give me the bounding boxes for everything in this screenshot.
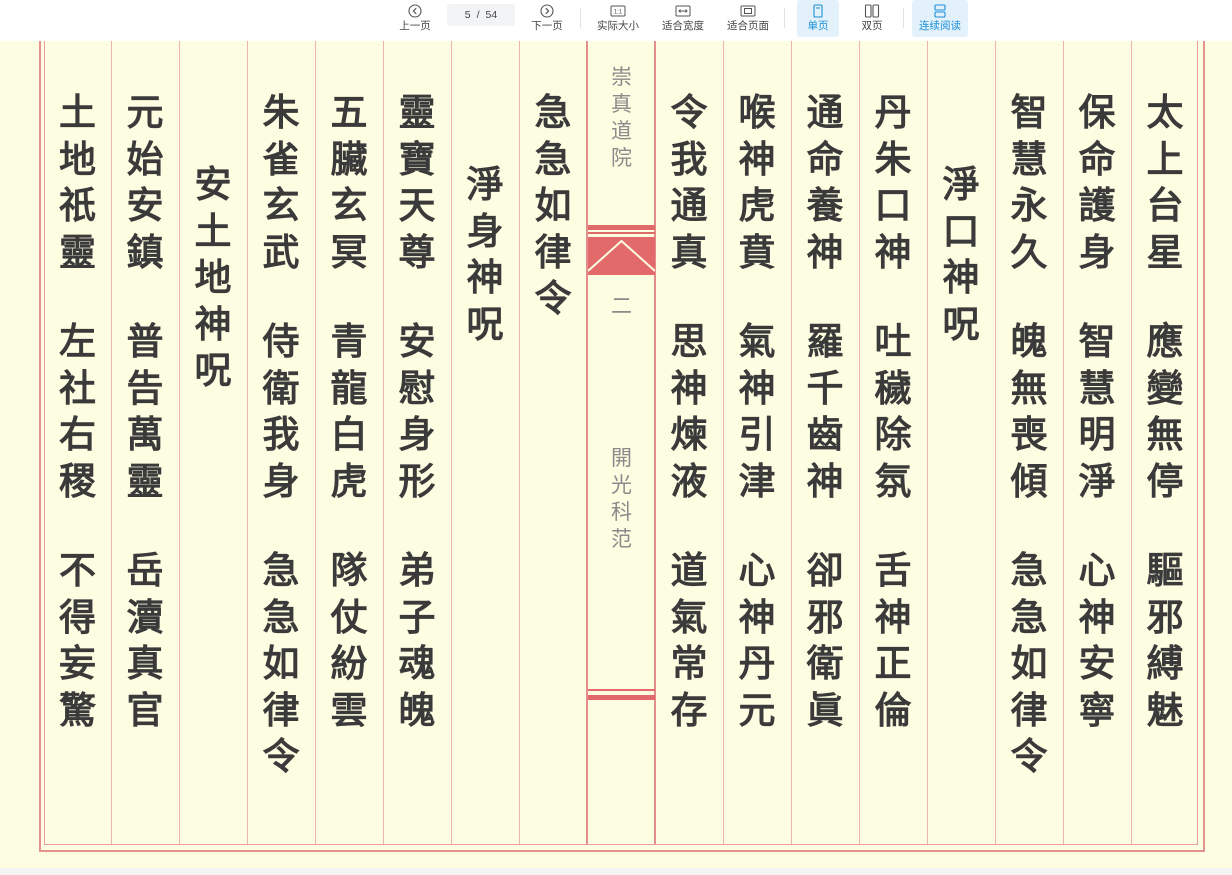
reader-toolbar: 上一页 5 / 54 下一页 1:1 实际大小 适合宽度 适合页面 单页 双页 …: [0, 0, 1232, 42]
fit-width-icon: [675, 2, 691, 20]
section-title-column: 淨口神呪: [927, 161, 995, 347]
verse-phrase: 元始安鎮: [126, 90, 164, 274]
verse-column: 通命養神羅千齒神卻邪衛眞: [791, 89, 859, 733]
verse-phrase: 心神丹元: [738, 548, 776, 732]
continuous-reading-label: 连续阅读: [919, 20, 961, 32]
verse-phrase: 五臟玄冥: [330, 90, 368, 274]
verse-phrase: 心神安寧: [1078, 548, 1116, 732]
verse-column: 元始安鎮普告萬靈岳瀆真官: [111, 89, 179, 733]
verse-column: 太上台星應變無停驅邪縛魅: [1131, 89, 1199, 733]
fit-page-label: 适合页面: [727, 20, 769, 32]
verse-phrase: 安土地神呪: [194, 162, 232, 392]
verse-phrase: 朱雀玄武: [262, 90, 300, 274]
verse-phrase: 普告萬靈: [126, 319, 164, 503]
next-page-button[interactable]: 下一页: [527, 0, 567, 37]
section-title-column: 淨身神呪: [451, 161, 519, 347]
page-number-input[interactable]: 5 / 54: [447, 4, 515, 26]
verse-column: 急急如律令: [519, 89, 587, 322]
verse-phrase: 急急如律令: [534, 90, 572, 320]
spine-band-top: [588, 225, 655, 230]
verse-phrase: 卻邪衛眞: [806, 548, 844, 732]
total-pages: 54: [485, 9, 498, 21]
verse-phrase: 思神煉液: [670, 319, 708, 503]
toolbar-divider: [580, 8, 581, 28]
verse-phrase: 青龍白虎: [330, 319, 368, 503]
chevron-right-circle-icon: [540, 2, 554, 20]
verse-phrase: 氣神引津: [738, 319, 776, 503]
verse-phrase: 魄無喪傾: [1010, 319, 1048, 503]
verse-phrase: 保命護身: [1078, 90, 1116, 274]
spine-band-bottom-thin: [588, 689, 655, 691]
toolbar-divider: [784, 8, 785, 28]
continuous-reading-button[interactable]: 连续阅读: [912, 0, 968, 37]
single-page-icon: [812, 2, 824, 20]
spine-publisher: 崇真道院: [611, 65, 632, 170]
verse-phrase: 安慰身形: [398, 319, 436, 503]
verse-phrase: 淨口神呪: [942, 162, 980, 346]
verse-column: 五臟玄冥青龍白虎隊仗紛雲: [315, 89, 383, 733]
verse-phrase: 喉神虎賁: [738, 90, 776, 274]
verse-column: 土地祇靈左社右稷不得妄驚: [44, 89, 111, 733]
chevron-left-circle-icon: [408, 2, 422, 20]
verse-phrase: 道氣常存: [670, 548, 708, 732]
actual-size-label: 实际大小: [597, 20, 639, 32]
verse-phrase: 通命養神: [806, 90, 844, 274]
verse-phrase: 急急如律令: [1010, 548, 1048, 778]
verse-phrase: 左社右稷: [59, 319, 96, 503]
next-page-label: 下一页: [531, 20, 563, 32]
verse-column: 朱雀玄武侍衛我身急急如律令: [247, 89, 315, 780]
double-page-label: 双页: [861, 20, 883, 32]
spine-band-bottom: [588, 695, 655, 700]
page-separator: /: [476, 9, 480, 21]
verse-phrase: 吐穢除氛: [874, 319, 912, 503]
actual-size-icon: 1:1: [610, 2, 626, 20]
fit-width-label: 适合宽度: [662, 20, 704, 32]
verse-column: 丹朱口神吐穢除氛舌神正倫: [859, 89, 927, 733]
verse-phrase: 羅千齒神: [806, 319, 844, 503]
verse-phrase: 丹朱口神: [874, 90, 912, 274]
verse-phrase: 驅邪縛魅: [1146, 548, 1184, 732]
verse-phrase: 急急如律令: [262, 548, 300, 778]
actual-size-button[interactable]: 1:1 实际大小: [594, 0, 642, 37]
spine-fishtail: [588, 237, 655, 275]
prev-page-button[interactable]: 上一页: [395, 0, 435, 37]
verse-phrase: 弟子魂魄: [398, 548, 436, 732]
fit-page-button[interactable]: 适合页面: [724, 0, 772, 37]
double-page-button[interactable]: 双页: [851, 0, 893, 37]
section-title-column: 安土地神呪: [179, 161, 247, 394]
verse-phrase: 智慧永久: [1010, 90, 1048, 274]
fit-width-button[interactable]: 适合宽度: [659, 0, 707, 37]
verse-phrase: 舌神正倫: [874, 548, 912, 732]
verse-phrase: 侍衛我身: [262, 319, 300, 503]
spine-book-title: 開光科范: [611, 446, 632, 551]
verse-phrase: 隊仗紛雲: [330, 548, 368, 732]
verse-column: 喉神虎賁氣神引津心神丹元: [723, 89, 791, 733]
verse-phrase: 靈寶天尊: [398, 90, 436, 274]
verse-column: 保命護身智慧明淨心神安寧: [1063, 89, 1131, 733]
single-page-button[interactable]: 单页: [797, 0, 839, 37]
continuous-reading-icon: [933, 2, 947, 20]
verse-phrase: 淨身神呪: [466, 162, 504, 346]
viewer-bottom-edge: [0, 868, 1232, 875]
double-page-icon: [864, 2, 880, 20]
spine-page-number: 二: [611, 294, 632, 318]
verse-phrase: 土地祇靈: [59, 90, 96, 274]
verse-phrase: 應變無停: [1146, 319, 1184, 503]
verse-phrase: 不得妄驚: [59, 548, 96, 732]
verse-column: 令我通真思神煉液道氣常存: [655, 89, 723, 733]
single-page-label: 单页: [807, 20, 829, 32]
verse-column: 智慧永久魄無喪傾急急如律令: [995, 89, 1063, 780]
current-page: 5: [464, 9, 471, 21]
prev-page-label: 上一页: [399, 20, 431, 32]
fit-page-icon: [740, 2, 756, 20]
verse-phrase: 岳瀆真官: [126, 548, 164, 732]
svg-text:1:1: 1:1: [614, 10, 623, 16]
toolbar-divider: [903, 8, 904, 28]
verse-phrase: 太上台星: [1146, 90, 1184, 274]
verse-column: 靈寶天尊安慰身形弟子魂魄: [383, 89, 451, 733]
spine-band-top-thin: [588, 232, 655, 234]
document-page: 崇真道院 二 開光科范 太上台星應變無停驅邪縛魅保命護身智慧明淨心神安寧智慧永久…: [0, 41, 1232, 868]
verse-phrase: 令我通真: [670, 90, 708, 274]
verse-phrase: 智慧明淨: [1078, 319, 1116, 503]
